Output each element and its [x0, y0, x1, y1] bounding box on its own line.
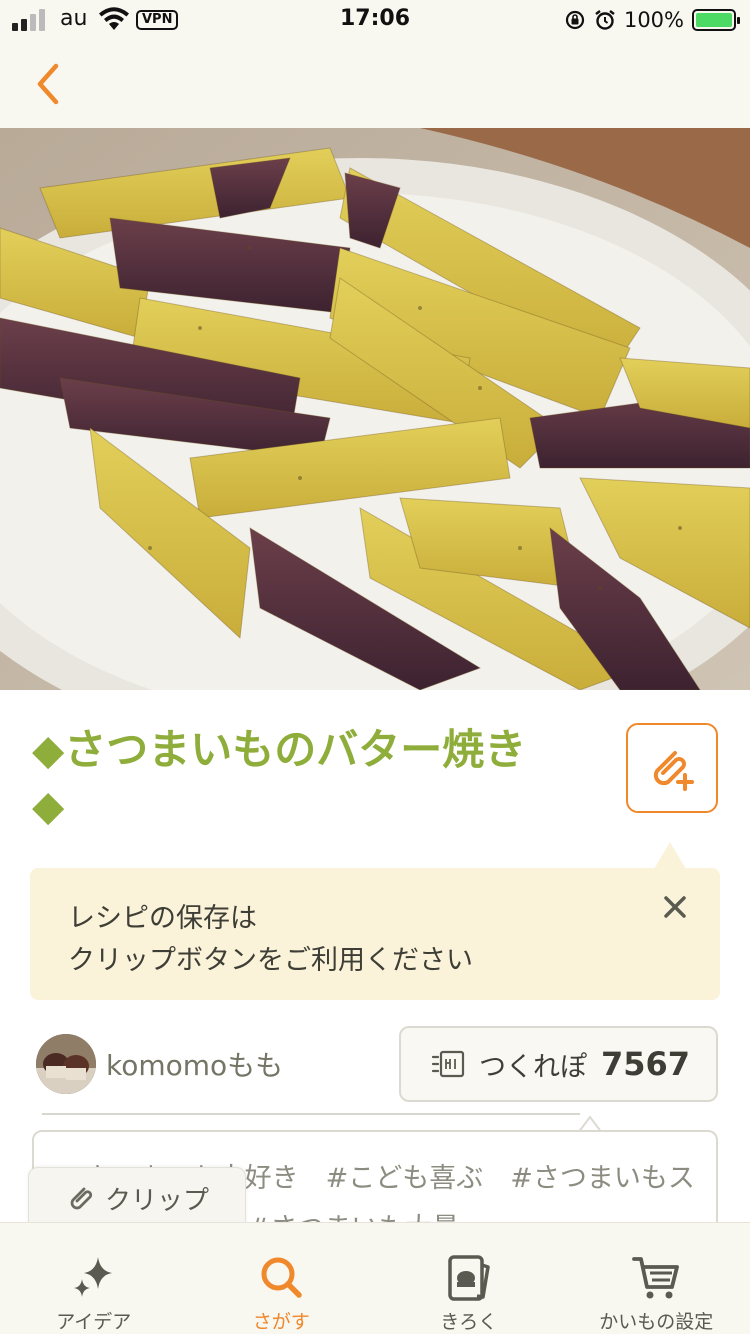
tab-label: さがす	[252, 1311, 310, 1333]
tab-idea[interactable]: アイデア	[0, 1223, 188, 1334]
clip-plus-icon	[653, 751, 694, 791]
cart-icon	[632, 1257, 680, 1299]
clip-button-label: クリップ	[105, 1185, 210, 1216]
tab-shopping[interactable]: かいもの設定	[563, 1223, 750, 1334]
tab-label: かいもの設定	[599, 1311, 714, 1333]
tooltip-arrow	[654, 842, 686, 869]
battery-percent: 100%	[623, 8, 684, 32]
clip-button[interactable]: クリップ	[28, 1167, 246, 1229]
alarm-icon	[595, 10, 615, 30]
battery-icon	[692, 9, 740, 31]
sparkle-icon	[73, 1257, 112, 1297]
tsukurepo-button[interactable]: つくれぽ 7567	[399, 1026, 718, 1102]
tab-label: アイデア	[56, 1311, 132, 1333]
tooltip-text: レシピの保存は クリップボタンをご利用ください	[68, 903, 473, 976]
recipe-title-line1: ◆さつまいものバター焼き	[32, 725, 527, 774]
clip-icon	[70, 1187, 93, 1210]
recipe-title-line2: ◆	[32, 781, 65, 830]
back-button[interactable]	[26, 60, 70, 108]
nav-bar	[0, 40, 750, 128]
search-icon	[261, 1257, 302, 1298]
recipe-photo	[0, 128, 750, 690]
clip-add-button[interactable]	[626, 723, 718, 813]
tab-label: きろく	[440, 1311, 498, 1333]
report-icon	[431, 1050, 465, 1078]
tab-search[interactable]: さがす	[188, 1223, 376, 1334]
tsukurepo-label: つくれぽ	[479, 1051, 587, 1083]
tsukurepo-count: 7567	[601, 1045, 691, 1083]
author-name[interactable]: komomoもも	[106, 1044, 283, 1084]
divider	[42, 1113, 580, 1115]
record-icon	[448, 1255, 490, 1301]
close-icon[interactable]	[658, 890, 692, 924]
orientation-lock-icon	[565, 10, 585, 30]
tab-bar: アイデア さがす きろく かいもの設定	[0, 1222, 750, 1334]
tab-record[interactable]: きろく	[375, 1223, 563, 1334]
status-bar: au VPN 17:06 100%	[0, 0, 750, 40]
avatar[interactable]	[36, 1034, 96, 1094]
clip-hint-tooltip: レシピの保存は クリップボタンをご利用ください	[30, 868, 720, 1000]
recipe-title: ◆さつまいものバター焼き ◆	[32, 722, 604, 834]
